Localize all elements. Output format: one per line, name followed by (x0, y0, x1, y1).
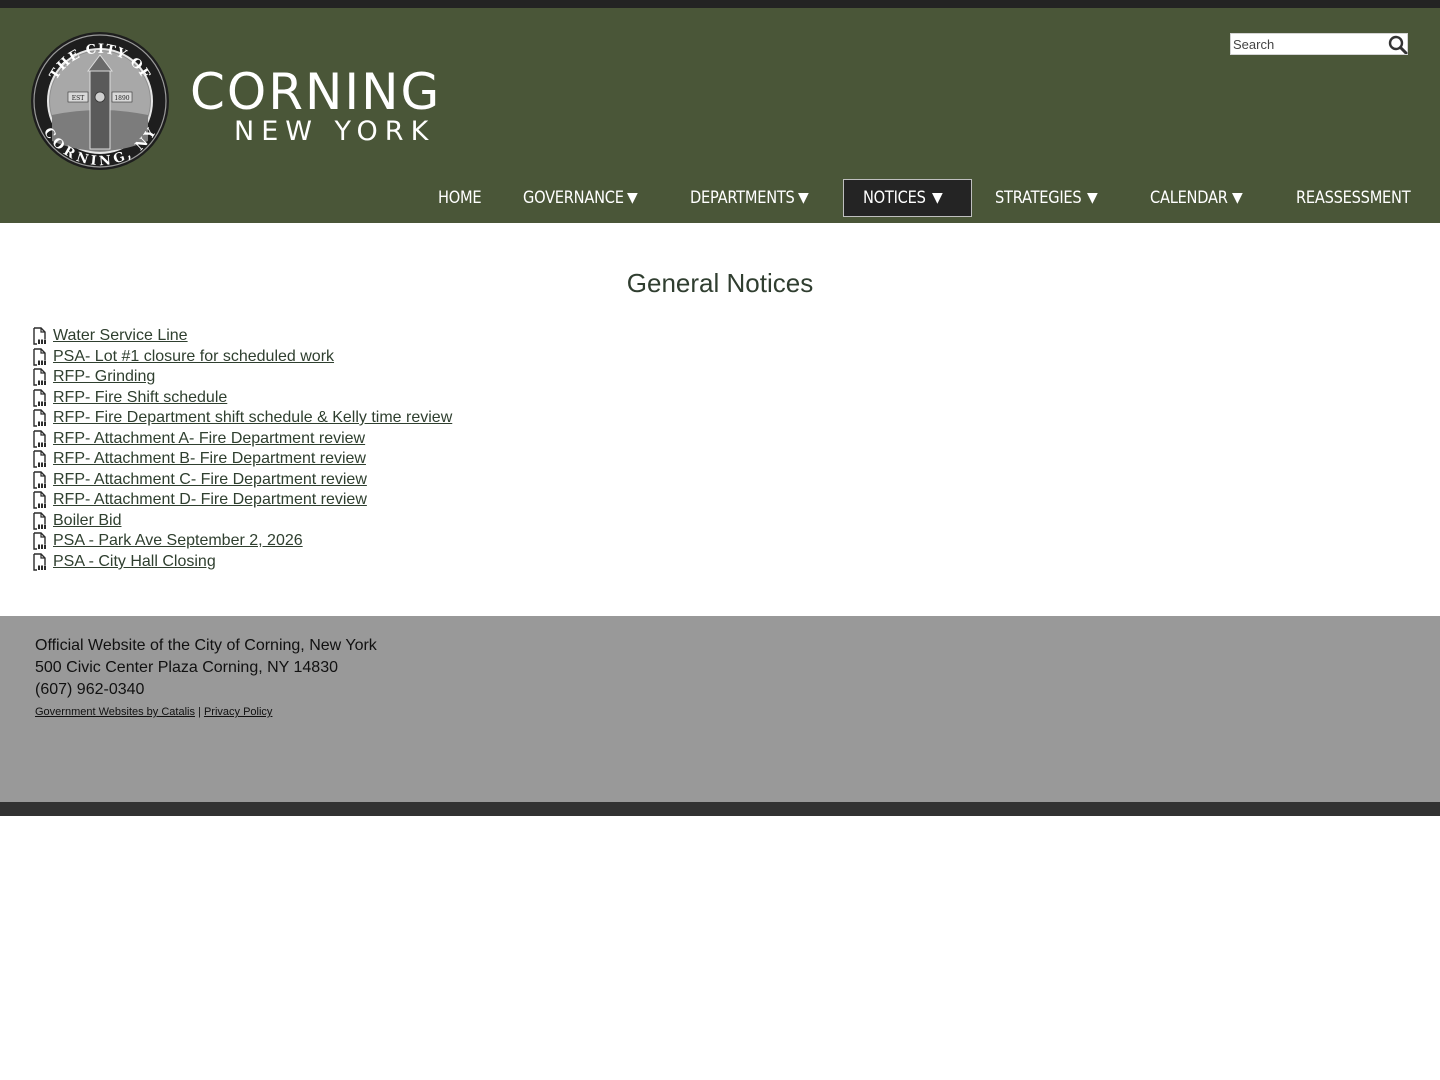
notice-link[interactable]: PSA- Lot #1 closure for scheduled work (53, 348, 334, 366)
footer-links: Government Websites by Catalis | Privacy… (35, 706, 272, 718)
notice-list-item: PSA - City Hall Closing (32, 552, 216, 572)
notice-link[interactable]: RFP- Grinding (53, 368, 155, 386)
pdf-file-icon[interactable] (32, 450, 48, 468)
notice-list-item: Water Service Line (32, 326, 188, 346)
footer-phone: (607) 962-0340 (35, 681, 145, 698)
page-title: General Notices (626, 268, 814, 298)
chevron-down-icon: ▼ (1087, 190, 1098, 206)
notice-list-item: RFP- Grinding (32, 367, 155, 387)
nav-label: NOTICES (863, 188, 926, 208)
nav-item-governance[interactable]: GOVERNANCE ▼ (523, 179, 653, 217)
nav-item-notices[interactable]: NOTICES ▼ (843, 179, 972, 217)
notice-list-item: RFP- Fire Department shift schedule & Ke… (32, 408, 452, 428)
footer-official-text: Official Website of the City of Corning,… (35, 637, 377, 654)
nav-item-calendar[interactable]: CALENDAR ▼ (1150, 179, 1260, 217)
pdf-file-icon[interactable] (32, 389, 48, 407)
pdf-file-icon[interactable] (32, 327, 48, 345)
notice-link[interactable]: Water Service Line (53, 327, 188, 345)
nav-label: STRATEGIES (995, 188, 1082, 208)
pdf-file-icon[interactable] (32, 471, 48, 489)
search-input[interactable] (1233, 36, 1383, 52)
pdf-file-icon[interactable] (32, 512, 48, 530)
bottom-strip (0, 802, 1440, 816)
chevron-down-icon: ▼ (932, 190, 943, 206)
seal-year-text: 1890 (114, 95, 129, 102)
notice-link[interactable]: RFP- Attachment D- Fire Department revie… (53, 491, 367, 509)
notice-list-item: PSA- Lot #1 closure for scheduled work (32, 347, 334, 367)
site-subtitle: NEW YORK (234, 116, 436, 147)
pdf-file-icon[interactable] (32, 532, 48, 550)
pdf-file-icon[interactable] (32, 409, 48, 427)
notice-link[interactable]: RFP- Fire Shift schedule (53, 389, 227, 407)
city-seal-logo[interactable]: EST 1890 THE CITY OF CORNING, NY (30, 31, 170, 171)
seal-est-text: EST (72, 95, 85, 102)
pdf-file-icon[interactable] (32, 430, 48, 448)
privacy-policy-link[interactable]: Privacy Policy (204, 706, 272, 718)
search-box (1230, 33, 1408, 55)
notice-list-item: PSA - Park Ave September 2, 2026 (32, 531, 303, 551)
site-footer: Official Website of the City of Corning,… (0, 616, 1440, 802)
notice-link[interactable]: PSA - City Hall Closing (53, 553, 216, 571)
nav-item-strategies[interactable]: STRATEGIES ▼ (995, 179, 1115, 217)
nav-label: REASSESSMENT (1296, 188, 1411, 208)
chevron-down-icon: ▼ (627, 190, 638, 206)
notice-link[interactable]: Boiler Bid (53, 512, 121, 530)
notice-list-item: RFP- Attachment D- Fire Department revie… (32, 490, 367, 510)
pdf-file-icon[interactable] (32, 491, 48, 509)
nav-label: DEPARTMENTS (690, 188, 795, 208)
notice-list-item: RFP- Attachment B- Fire Department revie… (32, 449, 366, 469)
notice-link[interactable]: RFP- Fire Department shift schedule & Ke… (53, 409, 452, 427)
footer-link-separator: | (198, 706, 201, 718)
pdf-file-icon[interactable] (32, 348, 48, 366)
notice-list-item: RFP- Attachment A- Fire Department revie… (32, 429, 365, 449)
pdf-file-icon[interactable] (32, 553, 48, 571)
search-icon[interactable] (1388, 35, 1408, 54)
notice-link[interactable]: PSA - Park Ave September 2, 2026 (53, 532, 303, 550)
catalis-link[interactable]: Government Websites by Catalis (35, 706, 195, 718)
nav-item-reassessment[interactable]: REASSESSMENT (1296, 179, 1426, 217)
nav-item-home[interactable]: HOME (438, 179, 508, 217)
nav-label: CALENDAR (1150, 188, 1228, 208)
notice-link[interactable]: RFP- Attachment C- Fire Department revie… (53, 471, 367, 489)
notice-list-item: RFP- Fire Shift schedule (32, 388, 227, 408)
pdf-file-icon[interactable] (32, 368, 48, 386)
notice-link[interactable]: RFP- Attachment B- Fire Department revie… (53, 450, 366, 468)
footer-address: 500 Civic Center Plaza Corning, NY 14830 (35, 659, 338, 676)
notice-list-item: RFP- Attachment C- Fire Department revie… (32, 470, 367, 490)
site-title[interactable]: CORNING (190, 62, 500, 122)
nav-label: GOVERNANCE (523, 188, 624, 208)
notice-link[interactable]: RFP- Attachment A- Fire Department revie… (53, 430, 365, 448)
main-navigation: HOME GOVERNANCE ▼ DEPARTMENTS ▼ NOTICES … (0, 179, 1440, 217)
top-strip (0, 0, 1440, 8)
nav-label: HOME (438, 188, 482, 208)
chevron-down-icon: ▼ (1232, 190, 1243, 206)
chevron-down-icon: ▼ (798, 190, 809, 206)
nav-item-departments[interactable]: DEPARTMENTS ▼ (690, 179, 830, 217)
notice-list-item: Boiler Bid (32, 511, 121, 531)
